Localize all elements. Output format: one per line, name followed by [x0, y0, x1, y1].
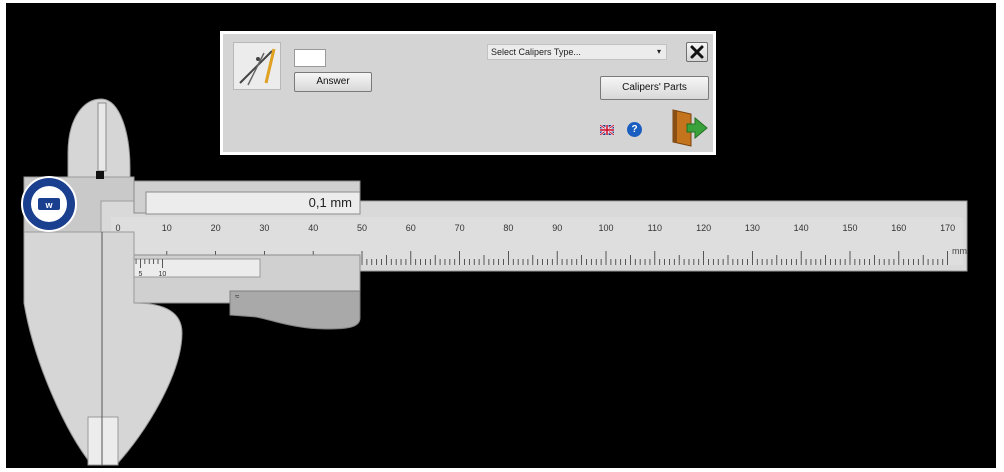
university-logo-icon: ᴡ	[21, 176, 77, 232]
main-scale-label: 90	[552, 223, 562, 233]
main-scale-label: 160	[891, 223, 906, 233]
main-scale-label: 10	[162, 223, 172, 233]
scale-unit: mm	[952, 246, 967, 256]
depth-rod	[229, 290, 361, 330]
main-scale-label: 130	[745, 223, 760, 233]
main-scale-label: 100	[598, 223, 613, 233]
main-scale-label: 50	[357, 223, 367, 233]
main-scale-label: 150	[842, 223, 857, 233]
close-button[interactable]	[686, 42, 708, 62]
answer-button[interactable]: Answer	[294, 72, 372, 92]
measurement-reading: 0,1 mm	[308, 195, 352, 210]
main-scale-label: 140	[794, 223, 809, 233]
close-icon	[690, 45, 704, 59]
vernier-label: 5	[138, 271, 142, 278]
calipers-simulator: 0 10 20 30 40 50 60 70 80 90 100 110 120 130 140 150 160…	[6, 3, 996, 468]
main-scale-label: 40	[308, 223, 318, 233]
main-scale-label: 70	[455, 223, 465, 233]
vernier-label: 10	[159, 271, 167, 278]
grip-mark: ≈	[235, 292, 240, 301]
main-scale-label: 30	[259, 223, 269, 233]
svg-text:ᴡ: ᴡ	[44, 200, 53, 210]
main-scale-label: 110	[648, 223, 662, 233]
chevron-down-icon: ▾	[656, 47, 661, 56]
uk-flag-icon[interactable]	[600, 125, 614, 135]
calipers-type-select-label: Select Calipers Type...	[491, 47, 581, 57]
inside-jaw-slot	[97, 102, 107, 172]
main-scale-label: 120	[696, 223, 711, 233]
fixed-jaw-notch	[96, 171, 104, 179]
outside-jaw-tip	[87, 416, 119, 466]
compass-ruler-icon	[233, 42, 281, 90]
main-scale-label: 60	[406, 223, 416, 233]
answer-input[interactable]	[294, 49, 326, 67]
exit-door-icon[interactable]	[667, 106, 709, 148]
main-scale-label: 80	[503, 223, 513, 233]
calipers-parts-button[interactable]: Calipers' Parts	[600, 76, 709, 100]
control-panel: Answer Select Calipers Type... ▾ Caliper…	[220, 31, 716, 155]
calipers-type-select[interactable]: Select Calipers Type... ▾	[487, 44, 667, 60]
main-scale-label: 20	[211, 223, 221, 233]
main-scale-label: 170	[940, 223, 955, 233]
help-icon[interactable]: ?	[627, 122, 642, 137]
